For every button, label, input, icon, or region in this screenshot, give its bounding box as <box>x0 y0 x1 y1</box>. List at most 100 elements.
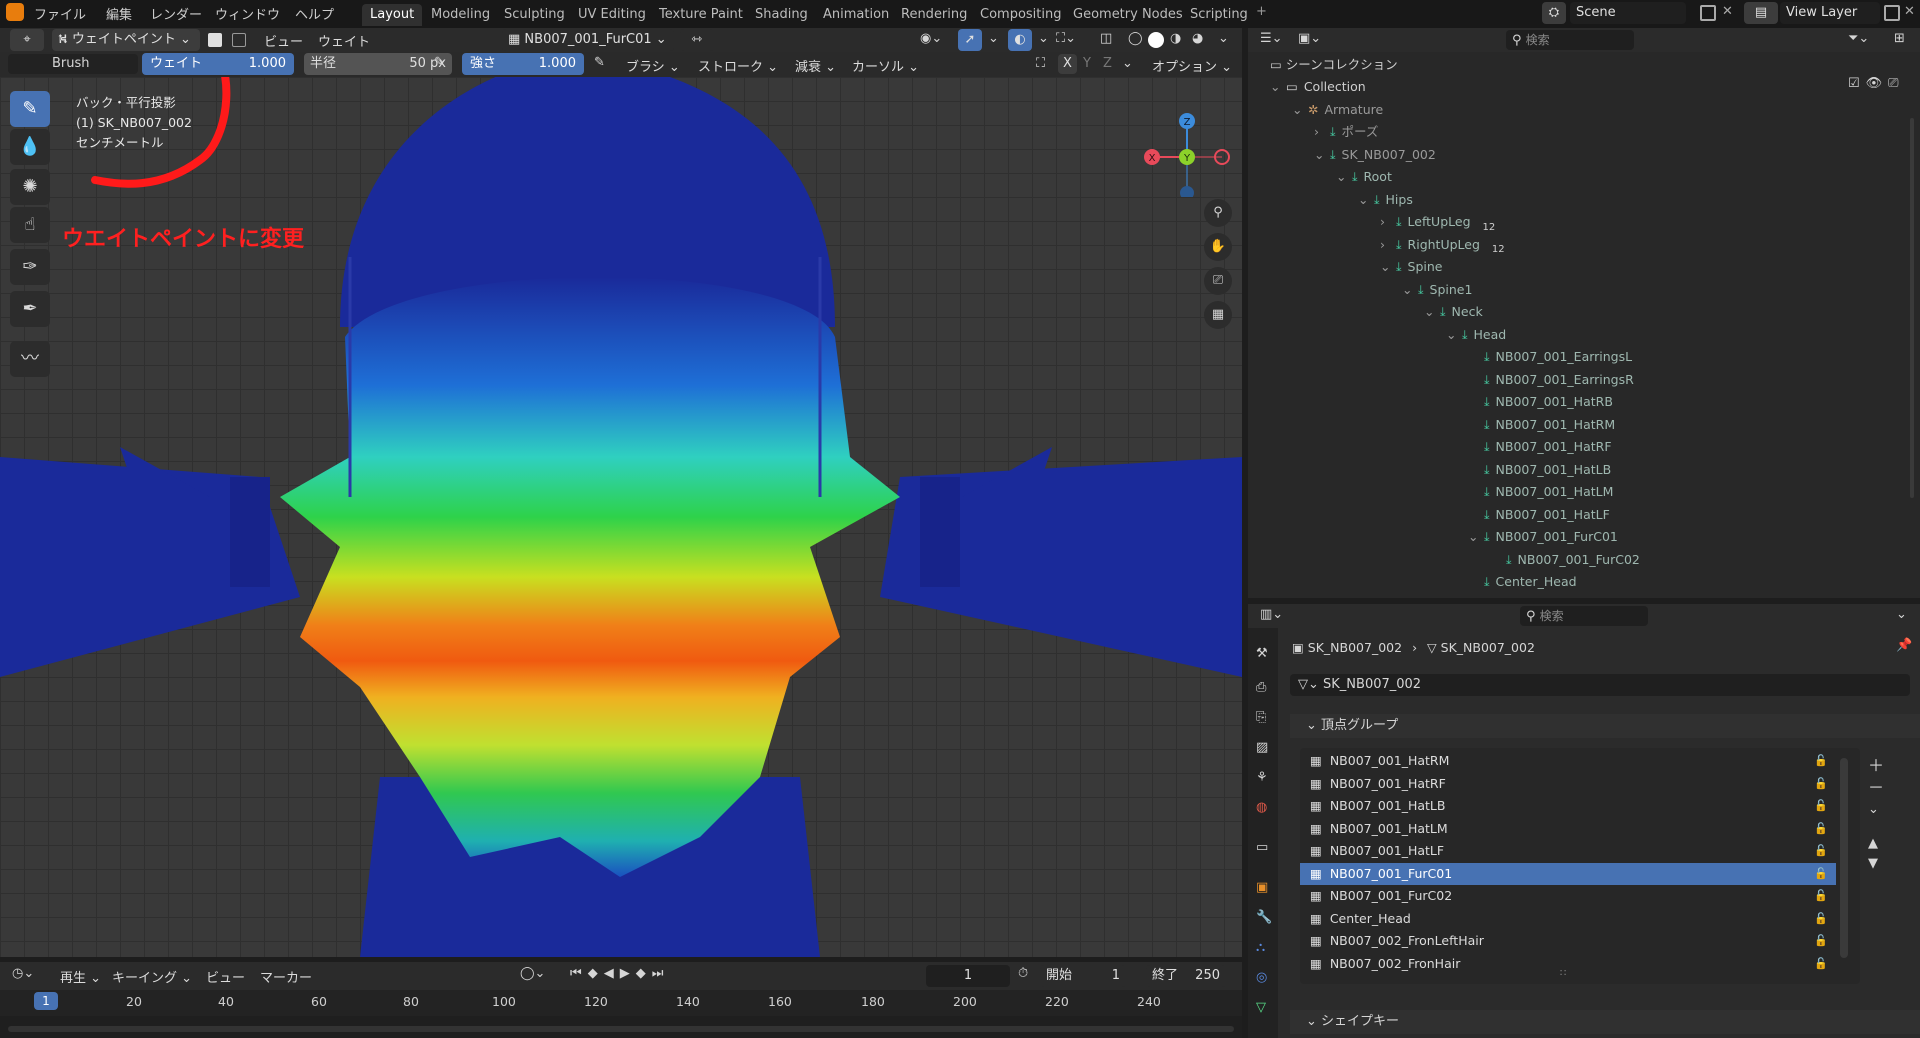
outliner-row[interactable]: ⌄ ▭ Collection <box>1270 76 1366 98</box>
scene-tab-icon[interactable]: ⚘ <box>1256 770 1268 785</box>
outliner-row[interactable]: ⌄ ⤓ Spine1 <box>1402 279 1472 301</box>
view-layer-icon[interactable]: ▤ <box>1744 2 1778 24</box>
timer-icon[interactable]: ⏱ <box>1018 966 1028 981</box>
xray-icon[interactable]: ⛶⌄ <box>1056 31 1076 46</box>
brush-selector[interactable]: Brush <box>8 54 138 74</box>
annotate-tool[interactable]: 〰 <box>10 341 50 377</box>
vertex-group-list[interactable]: ▦ NB007_001_HatRM 🔓 ▦ NB007_001_HatRF 🔓 ▦ NB007… <box>1300 748 1860 984</box>
chevron-down-icon[interactable]: ⌄ <box>1868 802 1879 817</box>
outliner-row[interactable]: › ⤓ LeftUpLeg 12 <box>1380 211 1495 233</box>
shape-keys-panel-header[interactable]: ⌄ シェイプキー <box>1290 1010 1920 1034</box>
pin-icon[interactable]: 📌 <box>1896 638 1912 653</box>
chevron-down-icon[interactable]: ⌄ <box>1038 31 1049 46</box>
unlock-icon[interactable]: 🔓 <box>1814 773 1828 795</box>
camera-icon[interactable]: ⎚ <box>1204 267 1232 295</box>
grid-view-icon[interactable]: ▦ <box>1204 301 1232 329</box>
end-frame-field[interactable]: 終了 250 <box>1146 965 1226 987</box>
symmetry-icon[interactable]: ⇿ <box>680 29 714 51</box>
pan-hand-icon[interactable]: ✋ <box>1204 233 1232 261</box>
blender-logo-icon[interactable] <box>6 3 24 21</box>
vertex-select-icon[interactable] <box>232 33 246 47</box>
pen-pressure-icon[interactable]: ✎ <box>434 55 445 70</box>
new-collection-icon[interactable]: ⊞ <box>1894 31 1905 46</box>
view-menu[interactable]: ビュー <box>264 31 303 50</box>
tab-scripting[interactable]: Scripting <box>1182 4 1256 26</box>
output-tab-icon[interactable]: ⎘ <box>1256 710 1266 725</box>
cursor-menu[interactable]: カーソル ⌄ <box>852 56 919 75</box>
editor-type-icon[interactable]: ⌖ <box>10 29 44 51</box>
scene-icon[interactable]: ⛭ <box>1542 2 1566 24</box>
editor-type-icon[interactable]: ◷⌄ <box>12 966 34 981</box>
scene-selector[interactable]: Scene <box>1570 2 1686 24</box>
vertex-group-item[interactable]: ▦ NB007_001_HatRM 🔓 <box>1300 750 1836 772</box>
active-vertex-group-selector[interactable]: ▦ NB007_001_FurC01 ⌄ <box>502 29 674 51</box>
tab-sculpting[interactable]: Sculpting <box>496 4 573 26</box>
modifier-tab-icon[interactable]: 🔧 <box>1256 910 1272 925</box>
menu-file[interactable]: ファイル <box>34 4 86 23</box>
vertex-group-item[interactable]: ▦ NB007_002_FronHair 🔓 <box>1300 953 1836 975</box>
mirror-icon[interactable]: ⛶ <box>1036 56 1045 71</box>
chevron-down-icon[interactable]: ⌄ <box>1896 607 1907 622</box>
outliner-row[interactable]: ⤓ NB007_001_HatLF <box>1468 504 1610 526</box>
play-icon[interactable]: ▶ <box>620 966 636 981</box>
vertex-group-item[interactable]: ▦ NB007_001_HatLM 🔓 <box>1300 818 1836 840</box>
vertex-groups-panel-header[interactable]: ⌄ 頂点グループ <box>1290 714 1920 738</box>
vertex-group-item[interactable]: ▦ Center_Head 🔓 <box>1300 908 1836 930</box>
unlock-icon[interactable]: 🔓 <box>1814 818 1828 840</box>
strength-field[interactable]: 強さ 1.000 <box>462 53 584 75</box>
tool-tab-icon[interactable]: ⚒ <box>1256 646 1268 661</box>
chevron-down-icon[interactable]: ⌄ <box>1270 76 1286 98</box>
play-reverse-icon[interactable]: ◀ <box>604 966 620 981</box>
remove-vertex-group-button[interactable]: － <box>1868 774 1884 798</box>
add-workspace-button[interactable]: + <box>1256 4 1267 19</box>
filter-icon[interactable]: ⏷⌄ <box>1848 31 1869 46</box>
material-shading-icon[interactable]: ◑ <box>1170 31 1181 46</box>
new-scene-icon[interactable] <box>1700 5 1716 21</box>
chevron-right-icon[interactable]: › <box>1380 234 1396 256</box>
options-menu[interactable]: オプション ⌄ <box>1152 56 1232 75</box>
timeline-ruler[interactable]: 1 20 40 60 80 100 120 140 160 180 200 22… <box>0 990 1242 1014</box>
menu-edit[interactable]: 編集 <box>106 4 132 23</box>
chevron-down-icon[interactable]: ⌄ <box>1402 279 1418 301</box>
outliner-row[interactable]: ⤓ NB007_001_HatLB <box>1468 459 1611 481</box>
properties-search-input[interactable]: ⚲ 検索 <box>1520 606 1648 626</box>
outliner-row[interactable]: ⤓ Center_Head <box>1468 571 1577 593</box>
start-frame-field[interactable]: 開始 1 <box>1040 965 1126 987</box>
outliner-row[interactable]: ⤓ NB007_001_EarringsR <box>1468 369 1634 391</box>
chevron-down-icon[interactable]: ⌄ <box>1292 99 1308 121</box>
marker-menu[interactable]: マーカー <box>260 967 312 986</box>
editor-type-icon[interactable]: ▥⌄ <box>1260 607 1283 622</box>
stroke-menu[interactable]: ストローク ⌄ <box>698 56 778 75</box>
outliner-row[interactable]: › ⤓ ポーズ <box>1314 121 1378 143</box>
object-tab-icon[interactable]: ▣ <box>1256 880 1268 895</box>
move-down-icon[interactable]: ▼ <box>1868 856 1878 871</box>
outliner-scrollbar[interactable] <box>1910 118 1914 498</box>
new-view-layer-icon[interactable] <box>1884 5 1900 21</box>
outliner-row[interactable]: ⌄ ⤓ NB007_001_FurC01 <box>1468 526 1618 548</box>
chevron-down-icon[interactable]: ⌄ <box>1122 56 1133 71</box>
solid-shading-icon[interactable] <box>1148 32 1164 48</box>
menu-render[interactable]: レンダー <box>150 4 202 23</box>
outliner-row[interactable]: ⤓ NB007_001_HatRB <box>1468 391 1613 413</box>
chevron-down-icon[interactable]: ⌄ <box>1336 166 1352 188</box>
unlock-icon[interactable]: 🔓 <box>1814 885 1828 907</box>
weight-field[interactable]: ウェイト 1.000 <box>142 53 294 75</box>
wireframe-shading-icon[interactable]: ◫ <box>1100 31 1112 46</box>
mirror-y-toggle[interactable]: Y <box>1083 56 1091 71</box>
navigation-gizmo[interactable]: Z X Y <box>1130 97 1230 197</box>
editor-type-icon[interactable]: ☰⌄ <box>1260 31 1283 46</box>
unlock-icon[interactable]: 🔓 <box>1814 930 1828 952</box>
chevron-down-icon[interactable]: ⌄ <box>1380 256 1396 278</box>
physics-tab-icon[interactable]: ◎ <box>1256 970 1267 985</box>
unlock-icon[interactable]: 🔓 <box>1814 863 1828 885</box>
tab-animation[interactable]: Animation <box>815 4 897 26</box>
collection-restrict-toggles[interactable]: ☑👁⎚ <box>1848 76 1905 91</box>
prev-keyframe-icon[interactable]: ◆ <box>588 966 604 981</box>
chevron-down-icon[interactable]: ⌄ <box>1218 31 1229 46</box>
outliner-row[interactable]: ⤓ NB007_001_HatRF <box>1468 436 1612 458</box>
chevron-down-icon[interactable]: ⌄ <box>1468 526 1484 548</box>
vertex-group-item[interactable]: ▦ NB007_001_HatLF 🔓 <box>1300 840 1836 862</box>
brush-menu[interactable]: ブラシ ⌄ <box>626 56 680 75</box>
unlock-icon[interactable]: 🔓 <box>1814 795 1828 817</box>
checkbox-icon[interactable]: ☑ <box>1848 76 1866 91</box>
